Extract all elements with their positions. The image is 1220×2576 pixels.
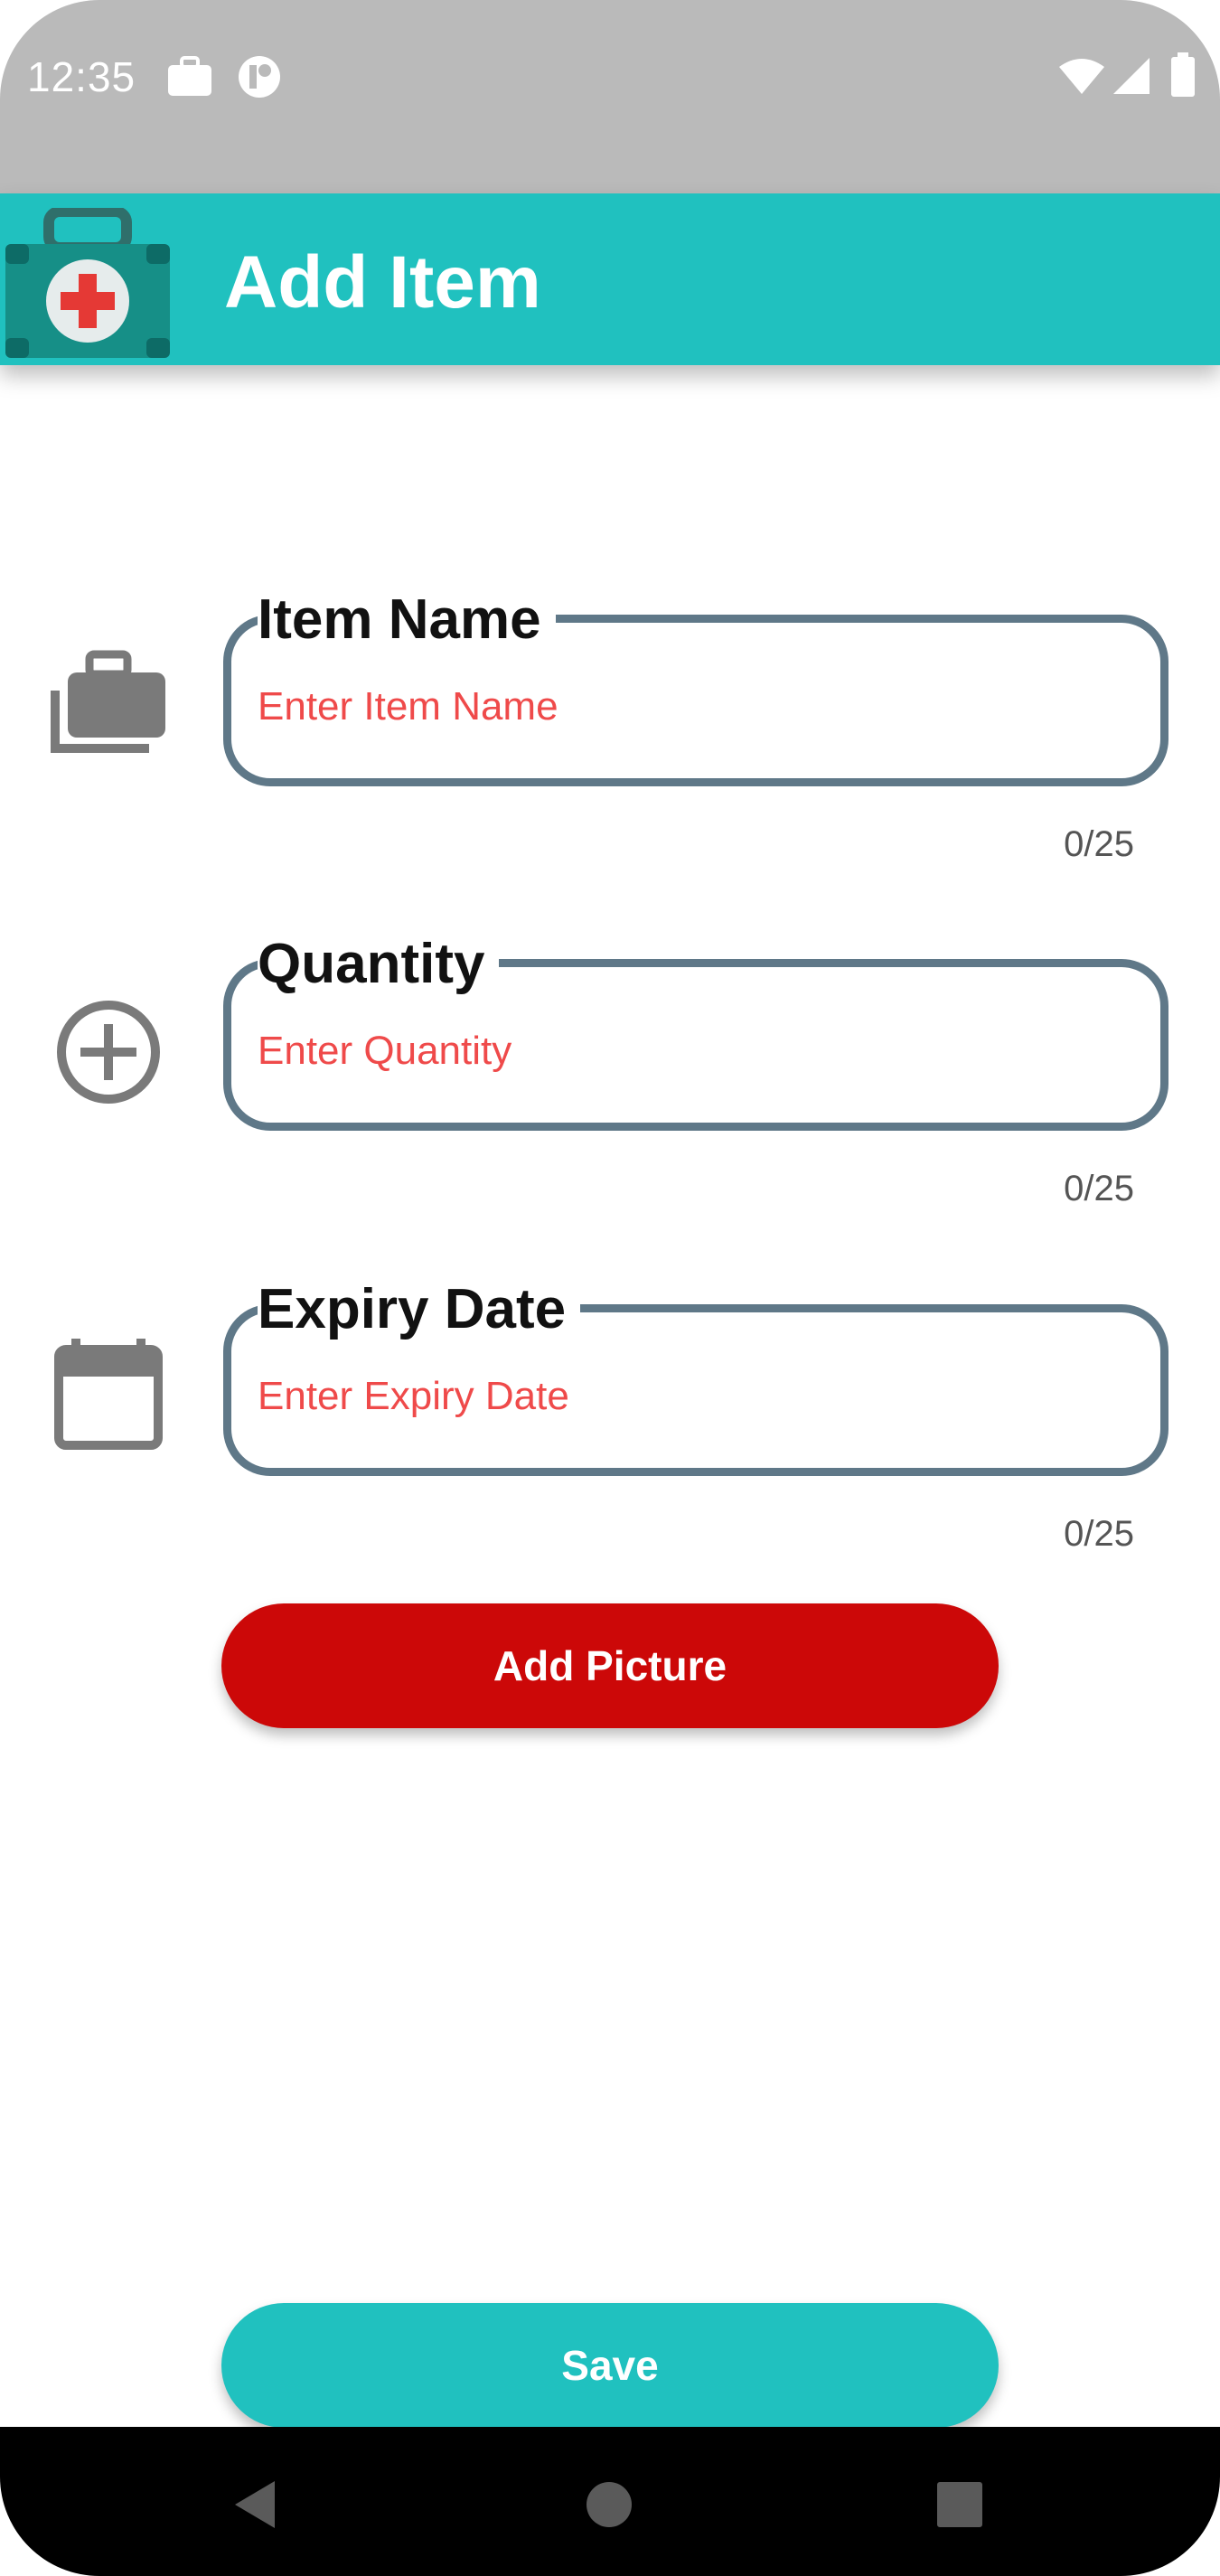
item-name-input[interactable] [258,671,1125,743]
first-aid-kit-icon [5,208,170,358]
item-name-field-row: Item Name 0/25 [0,588,1220,864]
quantity-input[interactable] [258,1015,1125,1087]
status-bar: 12:35 [0,0,1220,193]
back-icon[interactable] [231,2479,278,2530]
calendar-icon [54,1339,163,1450]
expiry-date-label: Expiry Date [258,1277,581,1342]
add-picture-button[interactable]: Add Picture [221,1603,999,1728]
save-button[interactable]: Save [221,2303,999,2428]
quantity-field-row: Quantity 0/25 [0,932,1220,1208]
expiry-date-counter: 0/25 [1064,1514,1134,1554]
home-icon[interactable] [586,2481,633,2528]
app-notification-icon [239,56,280,98]
page-title: Add Item [224,241,541,324]
signal-icon [1113,58,1150,94]
quantity-label: Quantity [258,932,500,997]
wifi-icon [1059,59,1104,94]
recents-icon[interactable] [936,2481,983,2528]
item-name-label: Item Name [258,588,556,653]
battery-icon [1171,52,1195,97]
add-circle-icon [57,1001,160,1104]
expiry-date-field-row: Expiry Date 0/25 [0,1277,1220,1554]
briefcase-icon [51,650,165,753]
briefcase-icon [168,56,211,96]
app-bar: Add Item [0,193,1220,365]
navigation-bar [0,2427,1220,2576]
expiry-date-input[interactable] [258,1360,1125,1433]
status-time: 12:35 [27,53,136,100]
item-name-counter: 0/25 [1064,824,1134,864]
phone-screen: 12:35 Add Item Item Name Enter Item Name… [0,0,1220,2576]
quantity-counter: 0/25 [1064,1169,1134,1208]
